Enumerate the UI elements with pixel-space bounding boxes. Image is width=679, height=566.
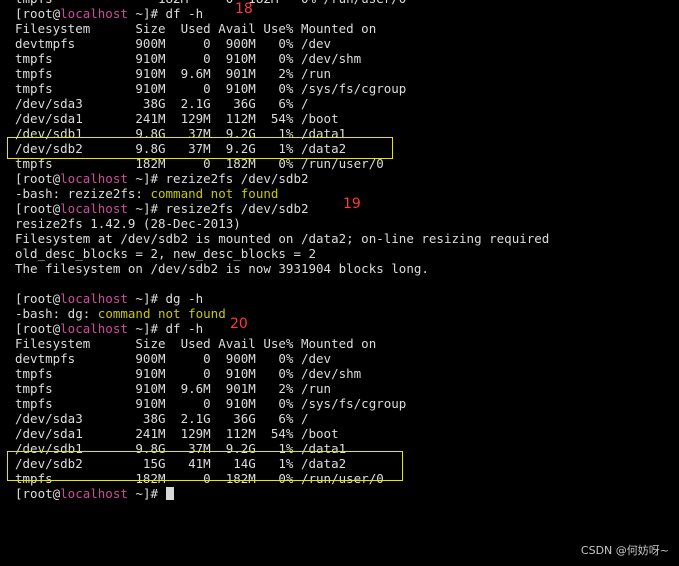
prompt-hostname: localhost bbox=[60, 6, 128, 21]
error-highlight: command not found bbox=[150, 186, 279, 201]
prompt-hostname: localhost bbox=[60, 486, 128, 501]
terminal-line: [root@localhost ~]# resize2fs /dev/sdb2 1… bbox=[15, 197, 549, 217]
prompt-hostname: localhost bbox=[60, 321, 128, 336]
terminal-text: -bash: rezize2fs: bbox=[15, 186, 151, 201]
terminal-text: devtmpfs 900M 0 900M 0% /dev bbox=[15, 351, 332, 366]
terminal-line: tmpfs 910M 0 910M 0% /sys/fs/cgroup bbox=[15, 81, 549, 96]
terminal-line: [root@localhost ~]# df -h 18 bbox=[15, 2, 549, 22]
terminal-line: /dev/sda3 38G 2.1G 36G 6% / bbox=[15, 96, 549, 111]
terminal-text: The filesystem on /dev/sdb2 is now 39319… bbox=[15, 261, 429, 276]
prompt-hostname: localhost bbox=[60, 201, 128, 216]
terminal-text: Filesystem at /dev/sdb2 is mounted on /d… bbox=[15, 231, 550, 246]
terminal-text: old_desc_blocks = 2, new_desc_blocks = 2 bbox=[15, 246, 317, 261]
terminal-text: /dev/sda1 241M 129M 112M 54% /boot bbox=[15, 426, 339, 441]
terminal-line: /dev/sda1 241M 129M 112M 54% /boot bbox=[15, 111, 549, 126]
terminal-line: -bash: rezize2fs: command not found bbox=[15, 186, 549, 201]
terminal-text: [root@ bbox=[15, 201, 61, 216]
terminal-text: [root@ bbox=[15, 486, 61, 501]
terminal-line: [root@localhost ~]# df -h 20 bbox=[15, 317, 549, 337]
error-highlight: command not found bbox=[97, 306, 226, 321]
terminal-line: [root@localhost ~]# dg -h bbox=[15, 291, 549, 306]
terminal-text: tmpfs 910M 0 910M 0% /dev/shm bbox=[15, 51, 362, 66]
prompt-hostname: localhost bbox=[60, 291, 128, 306]
terminal-text: tmpfs 910M 9.6M 901M 2% /run bbox=[15, 66, 332, 81]
step-annotation: 18 bbox=[235, 1, 253, 17]
terminal-text: ~]# bbox=[127, 486, 166, 501]
terminal-text: ~]# rezize2fs /dev/sdb2 bbox=[127, 171, 309, 186]
terminal-line: Filesystem Size Used Avail Use% Mounted … bbox=[15, 336, 549, 351]
terminal-line: The filesystem on /dev/sdb2 is now 39319… bbox=[15, 261, 549, 276]
terminal-text: tmpfs 910M 9.6M 901M 2% /run bbox=[15, 381, 332, 396]
terminal-text: Filesystem Size Used Avail Use% Mounted … bbox=[15, 21, 377, 36]
terminal-text: resize2fs 1.42.9 (28-Dec-2013) bbox=[15, 216, 241, 231]
terminal-line: devtmpfs 900M 0 900M 0% /dev bbox=[15, 36, 549, 51]
terminal-line: [root@localhost ~]# rezize2fs /dev/sdb2 bbox=[15, 171, 549, 186]
highlight-box-before bbox=[7, 137, 393, 159]
terminal-text: [root@ bbox=[15, 291, 61, 306]
terminal-line: tmpfs 910M 0 910M 0% /dev/shm bbox=[15, 366, 549, 381]
step-annotation: 20 bbox=[230, 316, 248, 332]
csdn-watermark: CSDN @何妨呀~ bbox=[580, 544, 669, 557]
terminal-text: tmpfs 910M 0 910M 0% /dev/shm bbox=[15, 366, 362, 381]
terminal-text: devtmpfs 900M 0 900M 0% /dev bbox=[15, 36, 332, 51]
terminal-text: tmpfs 910M 0 910M 0% /sys/fs/cgroup bbox=[15, 81, 407, 96]
step-annotation: 19 bbox=[343, 196, 361, 212]
terminal-line: tmpfs 910M 0 910M 0% /sys/fs/cgroup bbox=[15, 396, 549, 411]
terminal-line: old_desc_blocks = 2, new_desc_blocks = 2 bbox=[15, 246, 549, 261]
terminal-text: tmpfs 910M 0 910M 0% /sys/fs/cgroup bbox=[15, 396, 407, 411]
terminal-text: -bash: dg: bbox=[15, 306, 98, 321]
terminal-text: ~]# df -h bbox=[127, 321, 204, 336]
terminal-text: ~]# df -h bbox=[127, 6, 204, 21]
terminal-line: tmpfs 910M 9.6M 901M 2% /run bbox=[15, 381, 549, 396]
terminal-text: [root@ bbox=[15, 171, 61, 186]
terminal-text: [root@ bbox=[15, 6, 61, 21]
terminal-line: Filesystem Size Used Avail Use% Mounted … bbox=[15, 21, 549, 36]
terminal-line: [root@localhost ~]# bbox=[15, 486, 549, 501]
terminal-line: /dev/sda1 241M 129M 112M 54% /boot bbox=[15, 426, 549, 441]
terminal-text: ~]# dg -h bbox=[127, 291, 204, 306]
terminal-text: /dev/sda3 38G 2.1G 36G 6% / bbox=[15, 411, 309, 426]
terminal-text: /dev/sda1 241M 129M 112M 54% /boot bbox=[15, 111, 339, 126]
terminal-text: ~]# resize2fs /dev/sdb2 bbox=[127, 201, 309, 216]
terminal-line: devtmpfs 900M 0 900M 0% /dev bbox=[15, 351, 549, 366]
terminal-line: /dev/sda3 38G 2.1G 36G 6% / bbox=[15, 411, 549, 426]
terminal-line: tmpfs 910M 9.6M 901M 2% /run bbox=[15, 66, 549, 81]
prompt-hostname: localhost bbox=[60, 171, 128, 186]
terminal-line: -bash: dg: command not found bbox=[15, 306, 549, 321]
terminal-line: resize2fs 1.42.9 (28-Dec-2013) bbox=[15, 216, 549, 231]
terminal-line: Filesystem at /dev/sdb2 is mounted on /d… bbox=[15, 231, 549, 246]
terminal-output[interactable]: tmpfs 182M 0 182M 0% /run/user/0[root@lo… bbox=[15, 0, 549, 501]
highlight-box-after bbox=[7, 451, 403, 481]
terminal-text: Filesystem Size Used Avail Use% Mounted … bbox=[15, 336, 377, 351]
terminal-text: /dev/sda3 38G 2.1G 36G 6% / bbox=[15, 96, 309, 111]
terminal-line: tmpfs 910M 0 910M 0% /dev/shm bbox=[15, 51, 549, 66]
terminal-text: [root@ bbox=[15, 321, 61, 336]
text-cursor bbox=[165, 487, 174, 500]
